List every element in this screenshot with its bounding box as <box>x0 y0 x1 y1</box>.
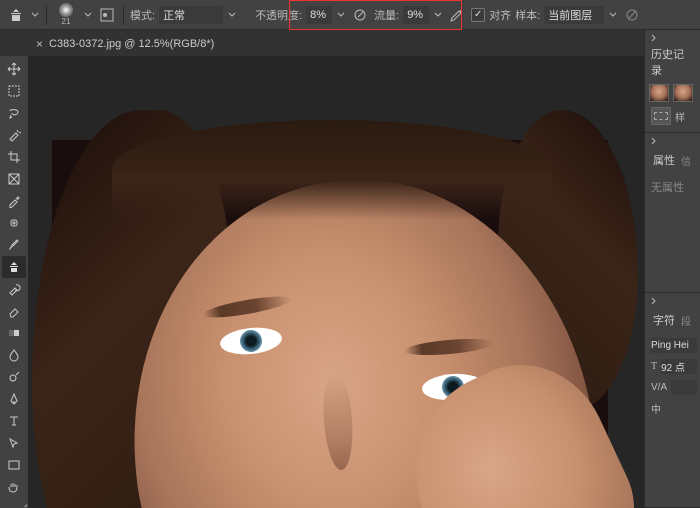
vertical-scale-label: 中 <box>651 401 661 416</box>
swatches-label: 样 <box>675 109 685 124</box>
character-panel-title: 字符 <box>651 308 677 332</box>
ignore-adjustment-icon[interactable] <box>622 5 642 25</box>
brush-settings-icon[interactable] <box>97 5 117 25</box>
snapshot-icon[interactable] <box>651 107 671 125</box>
font-size-icon: T <box>651 359 657 374</box>
sample-dropdown[interactable] <box>608 11 618 19</box>
history-brush-tool[interactable] <box>2 278 26 300</box>
type-tool[interactable] <box>2 410 26 432</box>
font-size-input[interactable] <box>661 359 697 374</box>
options-bar: 21 模式: 不透明度: 流量: ✓ 对齐 样本: <box>0 0 700 30</box>
history-panel[interactable]: 历史记录 样 <box>645 30 700 133</box>
opacity-label: 不透明度: <box>255 7 302 23</box>
healing-tool[interactable] <box>2 212 26 234</box>
canvas-area[interactable] <box>28 56 644 508</box>
properties-panel[interactable]: 属性 信 无属性 <box>645 133 700 293</box>
pressure-opacity-icon[interactable] <box>350 5 370 25</box>
right-panels: 历史记录 样 属性 信 无属性 字符 段 T V/A <box>644 30 700 508</box>
history-thumb[interactable] <box>649 84 669 102</box>
brush-size-value: 21 <box>62 17 71 26</box>
info-tab[interactable]: 信 <box>681 153 691 168</box>
sample-label: 样本: <box>515 7 540 23</box>
align-label: 对齐 <box>489 7 511 23</box>
font-family-select[interactable] <box>651 338 697 353</box>
mode-dropdown[interactable] <box>227 11 237 19</box>
mode-select[interactable] <box>159 6 223 24</box>
crop-tool[interactable] <box>2 146 26 168</box>
document-tab[interactable]: × C383-0372.jpg @ 12.5%(RGB/8*) <box>28 32 222 56</box>
gradient-tool[interactable] <box>2 322 26 344</box>
tool-preset-dropdown[interactable] <box>30 11 40 19</box>
history-panel-title: 历史记录 <box>649 42 696 82</box>
tools-panel <box>0 56 28 508</box>
lasso-tool[interactable] <box>2 102 26 124</box>
flow-input[interactable] <box>403 6 429 24</box>
tab-filename: C383-0372.jpg @ 12.5%(RGB/8*) <box>49 38 214 50</box>
rectangle-tool[interactable] <box>2 454 26 476</box>
frame-tool[interactable] <box>2 168 26 190</box>
hand-tool[interactable] <box>2 476 26 498</box>
document-tab-bar: × C383-0372.jpg @ 12.5%(RGB/8*) <box>0 30 700 56</box>
brush-preview[interactable]: 21 <box>53 2 79 28</box>
panel-expand-icon[interactable] <box>649 297 659 305</box>
path-select-tool[interactable] <box>2 432 26 454</box>
airbrush-icon[interactable] <box>447 5 467 25</box>
no-properties-text: 无属性 <box>649 175 696 199</box>
opacity-input[interactable] <box>306 6 332 24</box>
sample-select[interactable] <box>544 6 604 24</box>
align-checkbox[interactable]: ✓ <box>471 8 485 22</box>
move-tool[interactable] <box>2 58 26 80</box>
properties-panel-title: 属性 <box>651 148 677 172</box>
opacity-dropdown[interactable] <box>336 11 346 19</box>
character-panel[interactable]: 字符 段 T V/A 中 <box>645 293 700 508</box>
wand-tool[interactable] <box>2 124 26 146</box>
clone-stamp-tool[interactable] <box>2 256 26 278</box>
panel-expand-icon[interactable] <box>649 34 659 42</box>
panel-expand-icon[interactable] <box>649 137 659 145</box>
marquee-tool[interactable] <box>2 80 26 102</box>
kerning-input[interactable] <box>671 380 697 395</box>
eyedropper-tool[interactable] <box>2 190 26 212</box>
paragraph-tab[interactable]: 段 <box>681 313 691 328</box>
kerning-label: V/A <box>651 382 667 393</box>
clone-tool-icon[interactable] <box>6 5 26 25</box>
eraser-tool[interactable] <box>2 300 26 322</box>
history-thumb[interactable] <box>673 84 693 102</box>
brush-preset-dropdown[interactable] <box>83 11 93 19</box>
brush-tool[interactable] <box>2 234 26 256</box>
flow-label: 流量: <box>374 7 399 23</box>
flow-dropdown[interactable] <box>433 11 443 19</box>
blur-tool[interactable] <box>2 344 26 366</box>
mode-label: 模式: <box>130 7 155 23</box>
tab-close-icon[interactable]: × <box>36 37 43 51</box>
pen-tool[interactable] <box>2 388 26 410</box>
document-canvas[interactable] <box>52 140 608 508</box>
dodge-tool[interactable] <box>2 366 26 388</box>
